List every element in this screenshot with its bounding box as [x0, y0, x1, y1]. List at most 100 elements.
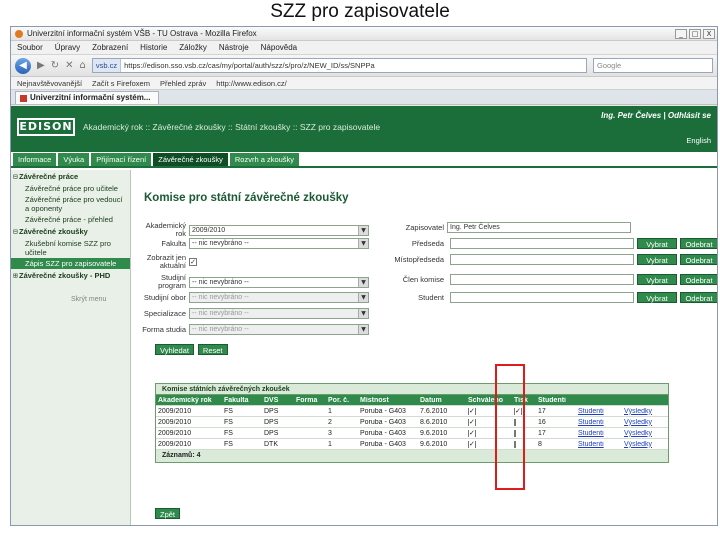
student-odebrat-button[interactable]: Odebrat — [680, 292, 717, 303]
close-window-button[interactable]: X — [703, 28, 715, 39]
menu-zalozky[interactable]: Záložky — [179, 43, 207, 52]
filter-forma: Forma studia -- nic nevybráno -- ▼ — [141, 324, 369, 335]
sidebar-item[interactable]: Závěrečné práce pro vedoucí a oponenty — [11, 194, 130, 214]
window-titlebar: Univerzitní informační systém VŠB - TU O… — [11, 27, 717, 41]
bookmark-item[interactable]: Začít s Firefoxem — [92, 79, 150, 88]
vysledky-link[interactable]: Výsledky — [622, 419, 668, 426]
tab-prijimaci-rizeni[interactable]: Přijímací řízení — [91, 153, 152, 166]
user-info[interactable]: Ing. Petr Čelves | Odhlásit se — [601, 111, 711, 120]
url-bar[interactable]: vsb.cz https://edison.sso.vsb.cz/cas/my/… — [91, 58, 587, 73]
vysledky-link[interactable]: Výsledky — [622, 430, 668, 437]
schvaleno-checkbox[interactable]: ✓ — [468, 429, 476, 437]
content-panel: Komise pro státní závěrečné zkoušky Akad… — [141, 170, 717, 525]
zpet-button[interactable]: Zpět — [155, 508, 181, 519]
zobrazit-checkbox[interactable]: ✓ — [189, 258, 197, 266]
vyhledat-button[interactable]: Vyhledat — [155, 344, 194, 355]
studenti-link[interactable]: Studenti — [576, 441, 622, 448]
table-row: 2009/2010 FS DTK 1 Poruba - G403 9.6.201… — [156, 439, 668, 450]
mistopredseda-field[interactable] — [450, 254, 634, 265]
main-area: ⊟Závěrečné práce Závěrečné práce pro uči… — [11, 170, 717, 525]
schvaleno-checkbox[interactable]: ✓ — [468, 418, 476, 426]
home-icon[interactable]: ⌂ — [79, 60, 85, 71]
menu-nastroje[interactable]: Nástroje — [219, 43, 249, 52]
zapisovatel-field[interactable]: Ing. Petr Čelves — [447, 222, 631, 233]
table-row: 2009/2010 FS DPS 3 Poruba - G403 9.6.201… — [156, 428, 668, 439]
back-actions: Zpět — [155, 508, 181, 519]
sidebar-item[interactable]: Závěrečné práce - přehled — [11, 214, 130, 225]
language-switch[interactable]: English — [686, 136, 711, 145]
page-title: Komise pro státní závěrečné zkoušky — [144, 192, 349, 204]
back-icon[interactable]: ◀ — [15, 57, 31, 74]
tab-vyuka[interactable]: Výuka — [58, 153, 90, 166]
minimize-button[interactable]: _ — [675, 28, 687, 39]
program-select[interactable]: -- nic nevybráno -- ▼ — [189, 276, 369, 288]
menu-napoveda[interactable]: Nápověda — [261, 43, 297, 52]
student-vybrat-button[interactable]: Vybrat — [637, 292, 677, 303]
browser-tab-label: Univerzitní informační systém... — [30, 93, 151, 102]
akad-rok-select[interactable]: 2009/2010 ▼ — [189, 224, 369, 236]
chevron-down-icon: ▼ — [358, 239, 368, 248]
sidebar-group-zaverecne-prace[interactable]: ⊟Závěrečné práce — [11, 170, 130, 183]
clen-field[interactable] — [450, 274, 634, 285]
sidebar-group-phd[interactable]: ⊞Závěrečné zkoušky - PHD — [11, 269, 130, 282]
mistopredseda-odebrat-button[interactable]: Odebrat — [680, 254, 717, 265]
url-text: https://edison.sso.vsb.cz/cas/my/portal/… — [124, 61, 375, 70]
site-identity[interactable]: vsb.cz — [92, 59, 122, 72]
vysledky-link[interactable]: Výsledky — [622, 408, 668, 415]
record-count: Záznamů: 4 — [156, 450, 668, 462]
reset-button[interactable]: Reset — [197, 344, 228, 355]
filter-zobrazit: Zobrazit jen aktuální ✓ — [146, 253, 197, 270]
studenti-link[interactable]: Studenti — [576, 408, 622, 415]
stop-icon[interactable]: ✕ — [65, 60, 73, 71]
commission-table: Komise státních závěrečných zkoušek Akad… — [155, 383, 669, 463]
fakulta-select[interactable]: -- nic nevybráno -- ▼ — [189, 238, 369, 249]
sidebar-item-active[interactable]: Zápis SZZ pro zapisovatele — [11, 258, 130, 269]
clen-vybrat-button[interactable]: Vybrat — [637, 274, 677, 285]
bookmark-item[interactable]: http://www.edison.cz/ — [216, 79, 286, 88]
search-input[interactable]: Google — [593, 58, 713, 73]
chevron-down-icon: ▼ — [358, 309, 368, 318]
filter-akad-rok: Akademický rok 2009/2010 ▼ — [141, 222, 369, 238]
vysledky-link[interactable]: Výsledky — [622, 441, 668, 448]
menu-zobrazeni[interactable]: Zobrazení — [92, 43, 128, 52]
predseda-field[interactable] — [450, 238, 634, 249]
chevron-down-icon: ▼ — [358, 225, 368, 235]
sidebar-item[interactable]: Závěrečné práce pro učitele — [11, 183, 130, 194]
tab-rozvrh[interactable]: Rozvrh a zkoušky — [229, 153, 300, 166]
studenti-link[interactable]: Studenti — [576, 430, 622, 437]
menu-upravy[interactable]: Úpravy — [55, 43, 80, 52]
student-field[interactable] — [450, 292, 634, 303]
app-header: EDISON Akademický rok :: Závěrečné zkouš… — [11, 106, 717, 152]
predseda-odebrat-button[interactable]: Odebrat — [680, 238, 717, 249]
breadcrumb[interactable]: Akademický rok :: Závěrečné zkoušky :: S… — [83, 122, 380, 132]
browser-window: Univerzitní informační systém VŠB - TU O… — [10, 26, 718, 526]
filter-predseda: Předseda Vybrat Odebrat — [387, 238, 717, 249]
schvaleno-checkbox[interactable]: ✓ — [468, 440, 476, 448]
predseda-vybrat-button[interactable]: Vybrat — [637, 238, 677, 249]
forma-select[interactable]: -- nic nevybráno -- ▼ — [189, 324, 369, 335]
menu-historie[interactable]: Historie — [140, 43, 167, 52]
sidebar-item[interactable]: Zkušební komise SZZ pro učitele — [11, 238, 130, 258]
filter-student: Student Vybrat Odebrat — [387, 292, 717, 303]
maximize-button[interactable]: □ — [689, 28, 701, 39]
schvaleno-checkbox[interactable]: ✓ — [468, 407, 476, 415]
forward-icon[interactable]: ▶ — [37, 60, 45, 71]
obor-select[interactable]: -- nic nevybráno -- ▼ — [189, 292, 369, 303]
tab-zaverecne-zkousky[interactable]: Závěrečné zkoušky — [153, 153, 228, 166]
mistopredseda-vybrat-button[interactable]: Vybrat — [637, 254, 677, 265]
chevron-down-icon: ▼ — [358, 325, 368, 334]
bookmark-item[interactable]: Přehled zpráv — [160, 79, 206, 88]
studenti-link[interactable]: Studenti — [576, 419, 622, 426]
browser-tab-active[interactable]: Univerzitní informační systém... — [15, 91, 160, 104]
menu-soubor[interactable]: Soubor — [17, 43, 43, 52]
edison-logo[interactable]: EDISON — [17, 118, 75, 136]
table-title: Komise státních závěrečných zkoušek — [156, 384, 668, 395]
clen-odebrat-button[interactable]: Odebrat — [680, 274, 717, 285]
sidebar-group-zaverecne-zkousky[interactable]: ⊟Závěrečné zkoušky — [11, 225, 130, 238]
reload-icon[interactable]: ↻ — [51, 60, 59, 71]
bookmark-item[interactable]: Nejnavštěvovanější — [17, 79, 82, 88]
zamereni-select[interactable]: -- nic nevybráno -- ▼ — [189, 308, 369, 319]
hide-menu-link[interactable]: Skrýt menu — [11, 282, 130, 303]
sidebar: ⊟Závěrečné práce Závěrečné práce pro uči… — [11, 170, 131, 525]
tab-informace[interactable]: Informace — [13, 153, 57, 166]
